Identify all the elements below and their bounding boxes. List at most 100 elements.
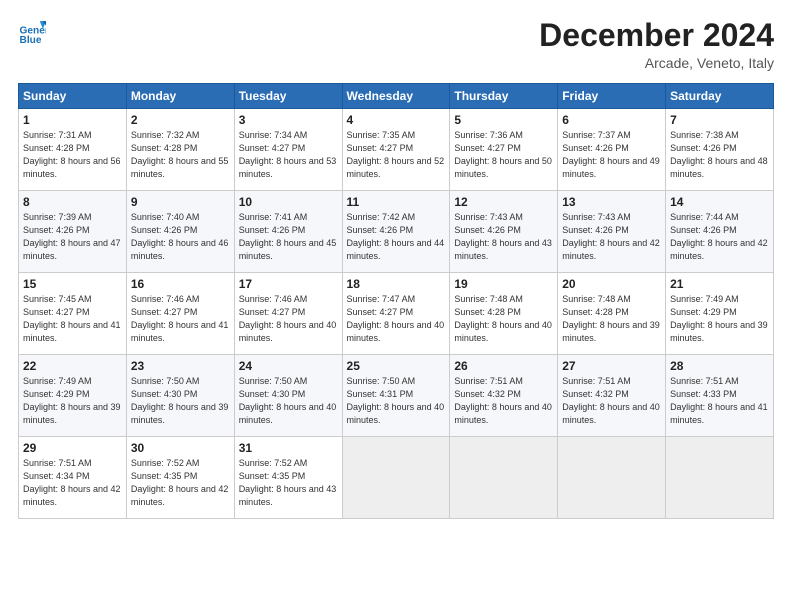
day-number: 31 [239, 441, 338, 455]
header: General Blue December 2024 Arcade, Venet… [18, 18, 774, 71]
day-info: Sunrise: 7:43 AMSunset: 4:26 PMDaylight:… [454, 211, 553, 263]
calendar-cell: 10Sunrise: 7:41 AMSunset: 4:26 PMDayligh… [234, 191, 342, 273]
calendar-row: 8 Sunrise: 7:39 AMSunset: 4:26 PMDaylight… [19, 191, 774, 273]
day-info: Sunrise: 7:51 AMSunset: 4:34 PMDaylight:… [23, 457, 122, 509]
calendar-cell: 18 Sunrise: 7:47 AMSunset: 4:27 PMDayligh… [342, 273, 450, 355]
header-friday: Friday [558, 84, 666, 109]
day-info: Sunrise: 7:32 AMSunset: 4:28 PMDaylight:… [131, 129, 230, 181]
day-number: 4 [347, 113, 446, 127]
day-info: Sunrise: 7:38 AMSunset: 4:26 PMDaylight:… [670, 129, 769, 181]
day-number: 2 [131, 113, 230, 127]
calendar-cell: 6 Sunrise: 7:37 AMSunset: 4:26 PMDaylight… [558, 109, 666, 191]
calendar-row: 15 Sunrise: 7:45 AMSunset: 4:27 PMDayligh… [19, 273, 774, 355]
day-info: Sunrise: 7:52 AMSunset: 4:35 PMDaylight:… [131, 457, 230, 509]
day-info: Sunrise: 7:34 AMSunset: 4:27 PMDaylight:… [239, 129, 338, 181]
calendar-row: 22 Sunrise: 7:49 AMSunset: 4:29 PMDayligh… [19, 355, 774, 437]
day-info: Sunrise: 7:50 AMSunset: 4:30 PMDaylight:… [239, 375, 338, 427]
calendar-cell: 21 Sunrise: 7:49 AMSunset: 4:29 PMDayligh… [666, 273, 774, 355]
day-number: 17 [239, 277, 338, 291]
day-number: 6 [562, 113, 661, 127]
day-info: Sunrise: 7:47 AMSunset: 4:27 PMDaylight:… [347, 293, 446, 345]
calendar-cell: 17 Sunrise: 7:46 AMSunset: 4:27 PMDayligh… [234, 273, 342, 355]
day-info: Sunrise: 7:48 AMSunset: 4:28 PMDaylight:… [454, 293, 553, 345]
calendar-cell [558, 437, 666, 519]
day-info: Sunrise: 7:39 AMSunset: 4:26 PMDaylight:… [23, 211, 122, 263]
day-number: 27 [562, 359, 661, 373]
title-block: December 2024 Arcade, Veneto, Italy [539, 18, 774, 71]
logo-icon: General Blue [18, 18, 46, 46]
day-info: Sunrise: 7:43 AMSunset: 4:26 PMDaylight:… [562, 211, 661, 263]
day-number: 7 [670, 113, 769, 127]
day-info: Sunrise: 7:45 AMSunset: 4:27 PMDaylight:… [23, 293, 122, 345]
header-saturday: Saturday [666, 84, 774, 109]
calendar-cell: 12 Sunrise: 7:43 AMSunset: 4:26 PMDayligh… [450, 191, 558, 273]
calendar-cell [450, 437, 558, 519]
calendar-cell: 23Sunrise: 7:50 AMSunset: 4:30 PMDayligh… [126, 355, 234, 437]
day-number: 14 [670, 195, 769, 209]
calendar-cell: 1 Sunrise: 7:31 AMSunset: 4:28 PMDaylight… [19, 109, 127, 191]
day-number: 18 [347, 277, 446, 291]
calendar-cell: 24 Sunrise: 7:50 AMSunset: 4:30 PMDayligh… [234, 355, 342, 437]
day-info: Sunrise: 7:49 AMSunset: 4:29 PMDaylight:… [23, 375, 122, 427]
calendar-cell: 3 Sunrise: 7:34 AMSunset: 4:27 PMDaylight… [234, 109, 342, 191]
calendar-cell: 28 Sunrise: 7:51 AMSunset: 4:33 PMDayligh… [666, 355, 774, 437]
day-info: Sunrise: 7:49 AMSunset: 4:29 PMDaylight:… [670, 293, 769, 345]
calendar-cell: 11 Sunrise: 7:42 AMSunset: 4:26 PMDayligh… [342, 191, 450, 273]
day-number: 5 [454, 113, 553, 127]
calendar-cell: 29 Sunrise: 7:51 AMSunset: 4:34 PMDayligh… [19, 437, 127, 519]
calendar-cell: 15 Sunrise: 7:45 AMSunset: 4:27 PMDayligh… [19, 273, 127, 355]
calendar-row: 29 Sunrise: 7:51 AMSunset: 4:34 PMDayligh… [19, 437, 774, 519]
day-number: 1 [23, 113, 122, 127]
day-info: Sunrise: 7:50 AMSunset: 4:31 PMDaylight:… [347, 375, 446, 427]
day-info: Sunrise: 7:51 AMSunset: 4:32 PMDaylight:… [562, 375, 661, 427]
day-info: Sunrise: 7:46 AMSunset: 4:27 PMDaylight:… [131, 293, 230, 345]
month-title: December 2024 [539, 18, 774, 53]
calendar-cell: 13Sunrise: 7:43 AMSunset: 4:26 PMDayligh… [558, 191, 666, 273]
day-info: Sunrise: 7:36 AMSunset: 4:27 PMDaylight:… [454, 129, 553, 181]
day-number: 28 [670, 359, 769, 373]
header-monday: Monday [126, 84, 234, 109]
header-sunday: Sunday [19, 84, 127, 109]
day-number: 19 [454, 277, 553, 291]
day-info: Sunrise: 7:37 AMSunset: 4:26 PMDaylight:… [562, 129, 661, 181]
day-number: 9 [131, 195, 230, 209]
day-info: Sunrise: 7:52 AMSunset: 4:35 PMDaylight:… [239, 457, 338, 509]
day-number: 24 [239, 359, 338, 373]
day-info: Sunrise: 7:44 AMSunset: 4:26 PMDaylight:… [670, 211, 769, 263]
day-number: 29 [23, 441, 122, 455]
calendar-cell [342, 437, 450, 519]
day-number: 10 [239, 195, 338, 209]
day-info: Sunrise: 7:31 AMSunset: 4:28 PMDaylight:… [23, 129, 122, 181]
day-number: 22 [23, 359, 122, 373]
day-number: 21 [670, 277, 769, 291]
calendar-cell: 9 Sunrise: 7:40 AMSunset: 4:26 PMDaylight… [126, 191, 234, 273]
calendar-cell: 31 Sunrise: 7:52 AMSunset: 4:35 PMDayligh… [234, 437, 342, 519]
day-info: Sunrise: 7:46 AMSunset: 4:27 PMDaylight:… [239, 293, 338, 345]
day-number: 15 [23, 277, 122, 291]
calendar-cell: 19 Sunrise: 7:48 AMSunset: 4:28 PMDayligh… [450, 273, 558, 355]
calendar-cell [666, 437, 774, 519]
day-number: 8 [23, 195, 122, 209]
calendar-cell: 20Sunrise: 7:48 AMSunset: 4:28 PMDayligh… [558, 273, 666, 355]
location-subtitle: Arcade, Veneto, Italy [539, 55, 774, 71]
day-number: 12 [454, 195, 553, 209]
day-number: 11 [347, 195, 446, 209]
weekday-header-row: Sunday Monday Tuesday Wednesday Thursday… [19, 84, 774, 109]
calendar-cell: 7 Sunrise: 7:38 AMSunset: 4:26 PMDaylight… [666, 109, 774, 191]
calendar-cell: 14 Sunrise: 7:44 AMSunset: 4:26 PMDayligh… [666, 191, 774, 273]
day-number: 23 [131, 359, 230, 373]
logo: General Blue [18, 18, 46, 46]
calendar-table: Sunday Monday Tuesday Wednesday Thursday… [18, 83, 774, 519]
day-number: 3 [239, 113, 338, 127]
calendar-cell: 8 Sunrise: 7:39 AMSunset: 4:26 PMDaylight… [19, 191, 127, 273]
day-number: 20 [562, 277, 661, 291]
day-info: Sunrise: 7:51 AMSunset: 4:32 PMDaylight:… [454, 375, 553, 427]
day-info: Sunrise: 7:51 AMSunset: 4:33 PMDaylight:… [670, 375, 769, 427]
day-number: 26 [454, 359, 553, 373]
calendar-cell: 25Sunrise: 7:50 AMSunset: 4:31 PMDayligh… [342, 355, 450, 437]
day-info: Sunrise: 7:40 AMSunset: 4:26 PMDaylight:… [131, 211, 230, 263]
day-info: Sunrise: 7:42 AMSunset: 4:26 PMDaylight:… [347, 211, 446, 263]
calendar-row: 1 Sunrise: 7:31 AMSunset: 4:28 PMDaylight… [19, 109, 774, 191]
calendar-cell: 4Sunrise: 7:35 AMSunset: 4:27 PMDaylight… [342, 109, 450, 191]
header-tuesday: Tuesday [234, 84, 342, 109]
